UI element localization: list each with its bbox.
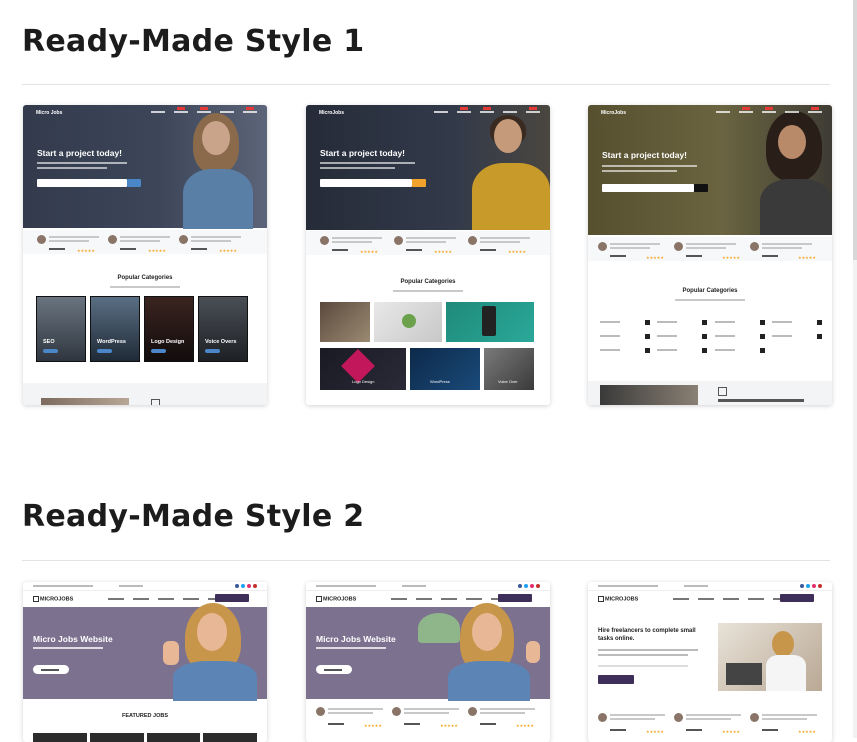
hero-headline: Start a project today! bbox=[37, 148, 123, 158]
hero-person-image bbox=[466, 105, 550, 230]
site-logo: Micro Jobs bbox=[36, 110, 63, 116]
hero-headline: Micro Jobs Website bbox=[316, 634, 396, 644]
hero-headline: Hire freelancers to complete small tasks… bbox=[598, 628, 696, 642]
nav-cta-button bbox=[498, 594, 532, 602]
category-card: SEO bbox=[36, 296, 86, 362]
category-image: Logo Design bbox=[320, 348, 406, 390]
testimonials-strip: ★★★★★ ★★★★★ ★★★★★ bbox=[306, 702, 550, 742]
hero-banner: MicroJobs Start a project today! bbox=[306, 105, 550, 230]
testimonials-strip: ★★★★★ ★★★★★ ★★★★★ bbox=[306, 231, 550, 255]
testimonials-strip: ★★★★★ ★★★★★ ★★★★★ bbox=[588, 708, 832, 742]
category-card: Voice Overs bbox=[198, 296, 248, 362]
category-label: Voice Overs bbox=[205, 339, 237, 345]
hero-person-image bbox=[418, 603, 550, 701]
hero-banner: Micro Jobs Start a project today! bbox=[23, 105, 267, 229]
search-button bbox=[412, 179, 426, 187]
thumbnail-style-2-c[interactable]: MICROJOBS Hire freelancers to complete s… bbox=[588, 582, 832, 742]
testimonials-strip: ★★★★★ ★★★★★ ★★★★★ bbox=[23, 230, 267, 254]
category-card: Logo Design bbox=[144, 296, 194, 362]
category-image: WordPress bbox=[410, 348, 480, 390]
image-label: WordPress bbox=[430, 379, 450, 384]
section-heading: Popular Categories bbox=[682, 288, 738, 294]
thumbnail-style-2-b[interactable]: MICROJOBS Micro Jobs Website ★★★★★ ★★★★★… bbox=[306, 582, 550, 742]
search-button bbox=[694, 184, 708, 192]
search-input bbox=[320, 179, 412, 187]
category-label: WordPress bbox=[97, 339, 126, 345]
hero-button bbox=[33, 665, 69, 674]
search-input bbox=[602, 184, 694, 192]
image-label: Voice Over bbox=[498, 379, 518, 384]
section-heading: Popular Categories bbox=[117, 275, 173, 281]
thumbnail-style-1-b[interactable]: MicroJobs Start a project today! ★★★★★ ★… bbox=[306, 105, 550, 405]
hero-banner: Micro Jobs Website bbox=[23, 603, 267, 701]
hero-button bbox=[316, 665, 352, 674]
section-heading: FEATURED JOBS bbox=[121, 713, 169, 719]
category-image: Voice Over bbox=[484, 348, 534, 390]
section-title-style-1: Ready-Made Style 1 bbox=[22, 24, 365, 59]
category-image bbox=[320, 302, 370, 342]
section-title-style-2: Ready-Made Style 2 bbox=[22, 499, 365, 534]
site-logo: MicroJobs bbox=[319, 110, 345, 116]
section-divider bbox=[22, 84, 830, 85]
category-image bbox=[446, 302, 534, 342]
section-heading: Popular Categories bbox=[400, 279, 456, 285]
scrollbar-thumb[interactable] bbox=[853, 0, 857, 260]
category-list bbox=[600, 320, 822, 362]
image-label: Logo Design bbox=[352, 379, 375, 384]
search-button bbox=[127, 179, 141, 187]
page-scrollbar[interactable] bbox=[853, 0, 857, 738]
thumbnail-style-1-c[interactable]: MicroJobs Start a project today! ★★★★★ ★… bbox=[588, 105, 832, 405]
hero-banner: Hire freelancers to complete small tasks… bbox=[588, 607, 832, 699]
site-logo: MICROJOBS bbox=[33, 596, 73, 602]
hero-person-image bbox=[163, 603, 267, 701]
nav-bar: MICROJOBS bbox=[588, 591, 832, 606]
testimonials-strip: ★★★★★ ★★★★★ ★★★★★ bbox=[588, 237, 832, 261]
hero-banner: Micro Jobs Website bbox=[306, 603, 550, 701]
category-card: WordPress bbox=[90, 296, 140, 362]
nav-bar: MICROJOBS bbox=[23, 591, 267, 606]
hero-headline: Micro Jobs Website bbox=[33, 634, 113, 644]
hero-headline: Start a project today! bbox=[602, 150, 688, 160]
nav-bar: Micro Jobs bbox=[23, 105, 267, 121]
hero-banner: MicroJobs Start a project today! bbox=[588, 105, 832, 235]
hero-headline: Start a project today! bbox=[320, 148, 406, 158]
site-logo: MicroJobs bbox=[601, 110, 627, 116]
category-label: SEO bbox=[43, 339, 55, 345]
search-input bbox=[37, 179, 127, 187]
nav-cta-button bbox=[780, 594, 814, 602]
hero-button bbox=[598, 675, 634, 684]
category-image bbox=[374, 302, 442, 342]
hero-person-image bbox=[173, 105, 267, 229]
site-logo: MICROJOBS bbox=[598, 596, 638, 602]
category-label: Logo Design bbox=[151, 339, 185, 345]
hero-image bbox=[718, 623, 822, 691]
thumbnail-style-1-a[interactable]: Micro Jobs Start a project today! ★★★★★ … bbox=[23, 105, 267, 405]
site-logo: MICROJOBS bbox=[316, 596, 356, 602]
section-divider bbox=[22, 560, 830, 561]
nav-cta-button bbox=[215, 594, 249, 602]
hero-person-image bbox=[756, 105, 832, 235]
thumbnail-style-2-a[interactable]: MICROJOBS Micro Jobs Website FEATURED JO… bbox=[23, 582, 267, 742]
nav-bar: MICROJOBS bbox=[306, 591, 550, 606]
